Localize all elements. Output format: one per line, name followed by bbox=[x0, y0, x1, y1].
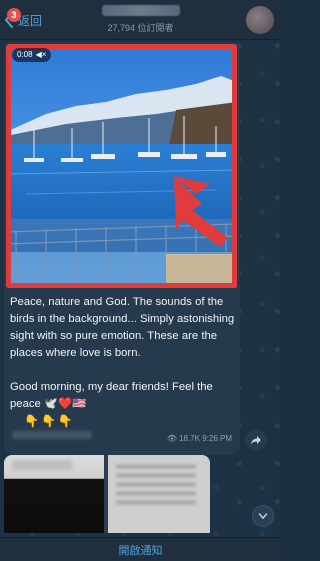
next-message-preview[interactable] bbox=[4, 455, 210, 533]
chat-header: 3 返回 27,794 位訂閱者 bbox=[0, 0, 281, 40]
channel-title-area[interactable]: 27,794 位訂閱者 bbox=[70, 5, 211, 34]
video-duration-badge: 0:08 ◀× bbox=[12, 48, 52, 62]
bottom-bar: 開啟通知 bbox=[0, 537, 281, 561]
message-paragraph: Good morning, my dear friends! Feel the … bbox=[10, 381, 213, 410]
unread-badge: 3 bbox=[7, 8, 21, 22]
blurred-image-right bbox=[108, 455, 210, 533]
message-text: Peace, nature and God. The sounds of the… bbox=[10, 294, 236, 430]
message-paragraph: Peace, nature and God. The sounds of the… bbox=[10, 296, 235, 359]
chevron-down-icon bbox=[258, 513, 268, 520]
message-time: 9:26 PM bbox=[202, 434, 232, 443]
view-count: 18.7K bbox=[179, 434, 200, 443]
pointing-down-emojis: 👇👇👇 bbox=[24, 414, 75, 428]
video-thumbnail[interactable]: 0:08 ◀× bbox=[6, 44, 237, 288]
channel-name-blurred bbox=[101, 5, 180, 16]
enable-notifications-button[interactable]: 開啟通知 bbox=[119, 542, 163, 558]
message-meta: 👁 18.7K 9:26 PM bbox=[167, 434, 232, 443]
subscriber-count: 27,794 位訂閱者 bbox=[107, 23, 174, 33]
back-label: 返回 bbox=[18, 13, 43, 28]
share-button[interactable] bbox=[245, 429, 267, 451]
chevron-left-icon: 3 bbox=[4, 8, 21, 28]
share-arrow-icon bbox=[251, 436, 261, 445]
blurred-image-left bbox=[4, 455, 104, 533]
channel-avatar[interactable] bbox=[246, 6, 274, 34]
back-button[interactable]: 3 返回 bbox=[2, 8, 42, 32]
eye-icon: 👁 bbox=[166, 434, 178, 443]
speaker-muted-icon: ◀× bbox=[35, 50, 47, 59]
blurred-link bbox=[12, 431, 92, 439]
video-duration: 0:08 bbox=[17, 50, 33, 59]
scroll-down-button[interactable] bbox=[252, 505, 274, 527]
channel-message: 0:08 ◀× Peace, nature and God. The sound… bbox=[4, 42, 240, 455]
